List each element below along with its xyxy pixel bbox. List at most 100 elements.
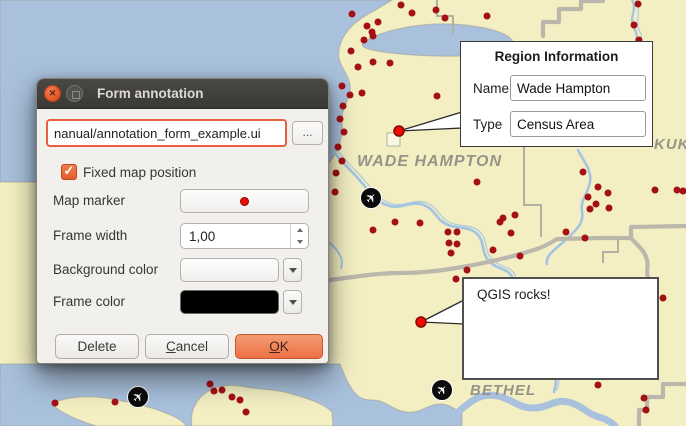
cancel-button[interactable]: Cancel — [145, 334, 229, 359]
text-annotation[interactable]: QGIS rocks! — [462, 277, 659, 380]
chevron-down-icon — [289, 268, 297, 273]
settlement-dot — [207, 381, 214, 388]
settlement-dot — [387, 60, 394, 67]
frame-color-label: Frame color — [53, 294, 125, 309]
browse-button[interactable]: ... — [292, 121, 323, 145]
settlement-dot — [417, 220, 424, 227]
maximize-icon[interactable] — [66, 85, 83, 102]
region-form-title: Region Information — [461, 49, 652, 64]
region-type-input[interactable] — [510, 111, 646, 137]
dialog-titlebar[interactable]: Form annotation — [37, 79, 328, 109]
region-name-input[interactable] — [510, 75, 646, 101]
chevron-down-icon — [289, 300, 297, 305]
fixed-map-position-checkbox[interactable] — [61, 164, 77, 180]
map-place-label: KUK — [654, 136, 686, 153]
settlement-dot — [585, 194, 592, 201]
map-marker-label: Map marker — [53, 193, 125, 208]
ok-button[interactable]: OK — [235, 334, 323, 359]
settlement-dot — [434, 93, 441, 100]
spin-up-icon — [297, 228, 303, 232]
screenshot-root: WADE HAMPTONBETHELKUK ✈✈✈ Region Informa… — [0, 0, 686, 426]
settlement-dot — [375, 19, 382, 26]
settlement-dot — [643, 407, 650, 414]
map-place-label: WADE HAMPTON — [357, 153, 502, 170]
settlement-dot — [674, 187, 681, 194]
background-color-dropdown[interactable] — [283, 258, 302, 282]
frame-width-value: 1,00 — [181, 229, 290, 244]
settlement-dot — [359, 90, 366, 97]
settlement-dot — [341, 129, 348, 136]
region-type-label: Type — [473, 117, 502, 132]
dialog-title: Form annotation — [97, 86, 204, 101]
region-form-annotation[interactable]: Region Information Name Type — [460, 41, 653, 147]
settlement-dot — [454, 229, 461, 236]
settlement-dot — [563, 229, 570, 236]
spin-down-button[interactable] — [291, 236, 308, 248]
settlement-dot — [370, 227, 377, 234]
map-place-label: BETHEL — [470, 382, 536, 399]
map-marker-button[interactable] — [180, 189, 309, 213]
settlement-dot — [219, 387, 226, 394]
close-icon[interactable] — [44, 85, 61, 102]
settlement-dot — [508, 230, 515, 237]
settlement-dot — [340, 103, 347, 110]
settlement-dot — [335, 144, 342, 151]
settlement-dot — [348, 48, 355, 55]
spin-down-icon — [297, 240, 303, 244]
settlement-dot — [660, 295, 667, 302]
settlement-dot — [593, 201, 600, 208]
settlement-dot — [484, 13, 491, 20]
settlement-dot — [369, 29, 376, 36]
region-name-label: Name — [473, 81, 509, 96]
settlement-dot — [641, 395, 648, 402]
spin-up-button[interactable] — [291, 224, 308, 236]
settlement-dot — [652, 187, 659, 194]
settlement-dot — [442, 15, 449, 22]
settlement-dot — [409, 10, 416, 17]
settlement-dot — [433, 7, 440, 14]
background-color-swatch[interactable] — [180, 258, 279, 282]
settlement-dot — [580, 169, 587, 176]
settlement-dot — [517, 253, 524, 260]
settlement-dot — [398, 2, 405, 9]
settlement-dot — [474, 179, 481, 186]
frame-color-dropdown[interactable] — [283, 290, 302, 314]
settlement-dot — [339, 83, 346, 90]
ui-file-path-input[interactable] — [46, 119, 287, 147]
settlement-dot — [512, 212, 519, 219]
settlement-dot — [448, 250, 455, 257]
settlement-dot — [349, 11, 356, 18]
text-annotation-content: QGIS rocks! — [477, 287, 551, 302]
settlement-dot — [337, 116, 344, 123]
settlement-dot — [595, 382, 602, 389]
settlement-dot — [464, 267, 471, 274]
settlement-dot — [364, 23, 371, 30]
settlement-dot — [454, 241, 461, 248]
frame-width-spinbox[interactable]: 1,00 — [180, 223, 309, 249]
settlement-dot — [605, 190, 612, 197]
fixed-map-position-label: Fixed map position — [83, 165, 196, 180]
frame-color-swatch[interactable] — [180, 290, 279, 314]
spinner-column — [290, 224, 308, 248]
annotation-anchor-marker[interactable] — [416, 317, 426, 327]
form-annotation-dialog: Form annotation ... Fixed map position M… — [36, 78, 329, 364]
settlement-dot — [332, 189, 339, 196]
settlement-dot — [333, 170, 340, 177]
annotation-anchor-marker[interactable] — [394, 126, 404, 136]
settlement-dot — [112, 399, 119, 406]
delete-button[interactable]: Delete — [55, 334, 139, 359]
settlement-dot — [237, 397, 244, 404]
settlement-dot — [587, 206, 594, 213]
settlement-dot — [347, 92, 354, 99]
settlement-dot — [339, 158, 346, 165]
settlement-dot — [453, 276, 460, 283]
settlement-dot — [446, 240, 453, 247]
settlement-dot — [490, 247, 497, 254]
settlement-dot — [500, 215, 507, 222]
settlement-dot — [243, 409, 250, 416]
frame-width-label: Frame width — [53, 228, 127, 243]
background-color-label: Background color — [53, 262, 158, 277]
settlement-dot — [445, 229, 452, 236]
settlement-dot — [211, 388, 218, 395]
settlement-dot — [355, 64, 362, 71]
